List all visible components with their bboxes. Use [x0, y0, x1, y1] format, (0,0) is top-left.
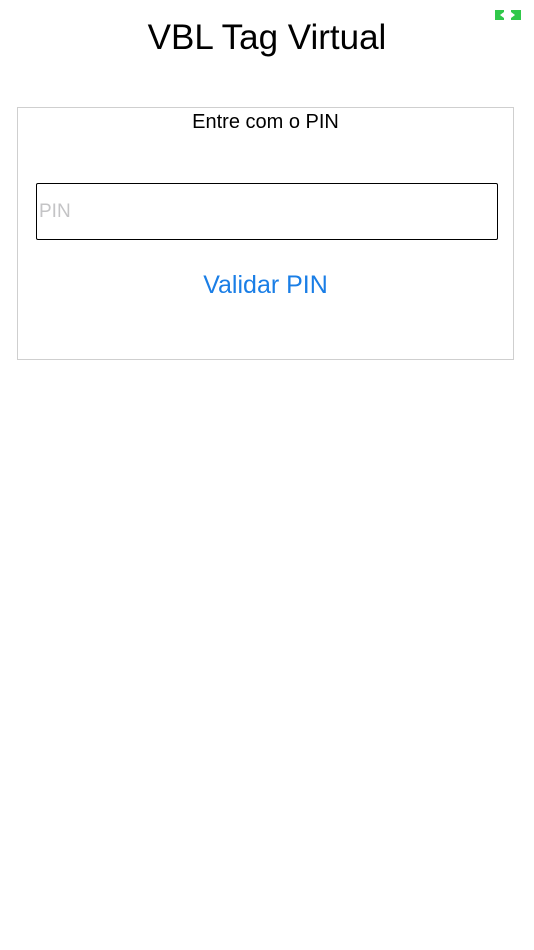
- pin-prompt-label: Entre com o PIN: [192, 111, 339, 133]
- pin-input[interactable]: [36, 183, 498, 240]
- page-title: VBL Tag Virtual: [147, 18, 387, 57]
- validate-pin-button[interactable]: Validar PIN: [18, 268, 513, 302]
- pin-panel: Entre com o PIN Validar PIN: [17, 107, 514, 360]
